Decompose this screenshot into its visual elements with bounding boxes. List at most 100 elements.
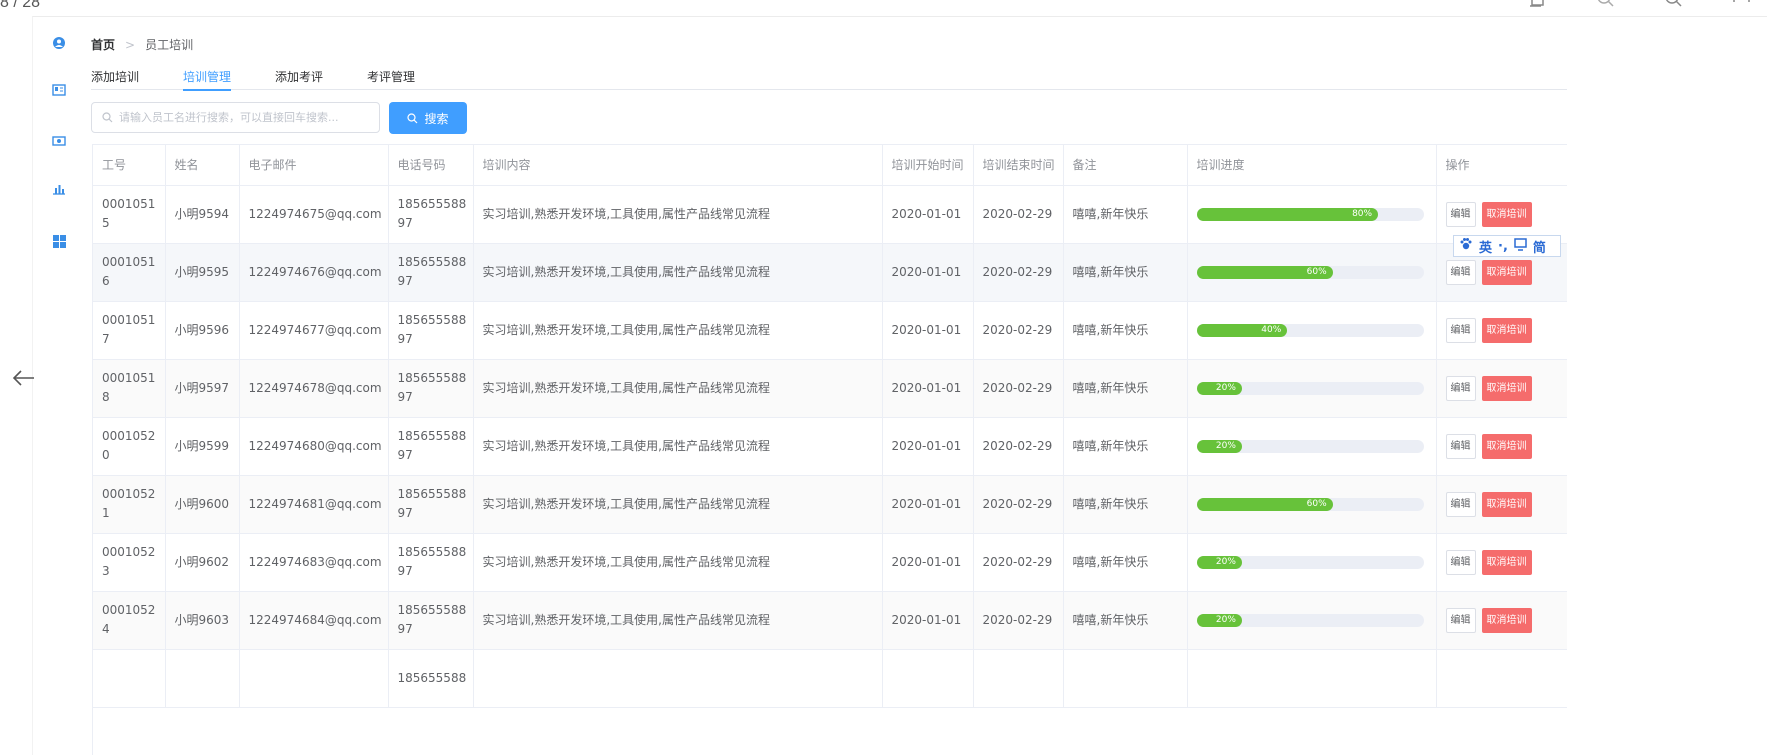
cancel-training-button[interactable]: 取消培训 [1481, 201, 1532, 227]
cancel-training-button[interactable]: 取消培训 [1481, 549, 1532, 575]
edit-button[interactable]: 编辑 [1445, 375, 1476, 401]
ime-width-label[interactable]: 简 [1533, 237, 1546, 256]
header-remark: 备注 [1063, 145, 1188, 186]
table-row: 00010521 小明9600 1224974681@qq.com 185655588… [93, 475, 1567, 534]
cell-actions: 编辑 取消培训 [1436, 417, 1567, 476]
search-button[interactable]: 搜索 [389, 102, 467, 134]
tab-bar: 添加培训 培训管理 添加考评 考评管理 [91, 64, 1567, 91]
cell-name: 小明9594 [165, 185, 240, 244]
table-header-row: 工号 姓名 电子邮件 电话号码 培训内容 培训开始时间 培训结束时间 备注 培训… [93, 145, 1567, 186]
ime-toolbar[interactable]: 英 ·, 简 [1453, 235, 1561, 257]
back-arrow-icon[interactable] [10, 368, 38, 388]
cancel-training-button[interactable]: 取消培训 [1481, 607, 1532, 633]
cell-end [973, 649, 1064, 708]
cell-progress: 20% [1187, 533, 1437, 592]
breadcrumb-home[interactable]: 首页 [91, 36, 115, 53]
cell-phone: 18565558897 [388, 243, 474, 302]
progress-bar: 20% [1196, 439, 1424, 453]
search-input[interactable] [119, 111, 369, 124]
cell-end: 2020-02-29 [973, 533, 1064, 592]
edit-button[interactable]: 编辑 [1445, 433, 1476, 459]
progress-fill: 60% [1196, 497, 1333, 511]
cell-phone: 18565558897 [388, 591, 474, 650]
cell-id: 00010523 [93, 533, 166, 592]
cell-content: 实习培训,熟悉开发环境,工具使用,属性产品线常见流程 [473, 243, 883, 302]
progress-fill: 40% [1196, 323, 1288, 337]
cell-end: 2020-02-29 [973, 475, 1064, 534]
ime-punctuation[interactable]: ·, [1498, 239, 1508, 254]
progress-bar: 80% [1196, 207, 1424, 221]
cell-actions: 编辑 取消培训 [1436, 591, 1567, 650]
cell-email: 1224974677@qq.com [239, 301, 389, 360]
cell-id: 00010515 [93, 185, 166, 244]
progress-fill: 20% [1196, 381, 1242, 395]
page-counter: 8 / 28 [0, 0, 41, 11]
cell-name [165, 649, 240, 708]
id-card-icon[interactable] [46, 77, 72, 103]
windows-icon[interactable] [46, 228, 72, 254]
cell-remark: 嘻嘻,新年快乐 [1063, 185, 1188, 244]
header-end: 培训结束时间 [973, 145, 1064, 186]
cell-id: 00010517 [93, 301, 166, 360]
header-email: 电子邮件 [239, 145, 389, 186]
tab-evaluation-management[interactable]: 考评管理 [367, 64, 415, 90]
cell-remark: 嘻嘻,新年快乐 [1063, 417, 1188, 476]
edit-button[interactable]: 编辑 [1445, 549, 1476, 575]
cell-end: 2020-02-29 [973, 301, 1064, 360]
breadcrumb: 首页 > 员工培训 [91, 36, 193, 53]
cell-start: 2020-01-01 [882, 243, 974, 302]
edit-button[interactable]: 编辑 [1445, 607, 1476, 633]
tab-add-evaluation[interactable]: 添加考评 [275, 64, 323, 90]
cell-progress: 20% [1187, 417, 1437, 476]
cell-remark: 嘻嘻,新年快乐 [1063, 591, 1188, 650]
cell-progress: 60% [1187, 243, 1437, 302]
cell-actions: 编辑 取消培训 [1436, 301, 1567, 360]
header-phone: 电话号码 [388, 145, 474, 186]
table-row: 00010515 小明9594 1224974675@qq.com 185655588… [93, 185, 1567, 244]
cell-remark: 嘻嘻,新年快乐 [1063, 475, 1188, 534]
cell-phone: 18565558897 [388, 301, 474, 360]
cancel-training-button[interactable]: 取消培训 [1481, 259, 1532, 285]
cell-id: 00010521 [93, 475, 166, 534]
cell-email: 1224974678@qq.com [239, 359, 389, 418]
cell-end: 2020-02-29 [973, 243, 1064, 302]
tab-training-management[interactable]: 培训管理 [183, 64, 232, 91]
tab-add-training[interactable]: 添加培训 [91, 64, 139, 90]
fullscreen-icon[interactable] [1731, 0, 1753, 10]
zoom-out-icon[interactable] [1595, 0, 1617, 10]
zoom-in-icon[interactable] [1663, 0, 1685, 10]
cancel-training-button[interactable]: 取消培训 [1481, 317, 1532, 343]
cell-remark: 嘻嘻,新年快乐 [1063, 243, 1188, 302]
cancel-training-button[interactable]: 取消培训 [1481, 375, 1532, 401]
cancel-training-button[interactable]: 取消培训 [1481, 433, 1532, 459]
user-circle-icon[interactable] [46, 30, 72, 56]
search-field[interactable] [91, 102, 380, 133]
edit-button[interactable]: 编辑 [1445, 259, 1476, 285]
ime-paw-icon[interactable] [1459, 237, 1473, 255]
cell-content: 实习培训,熟悉开发环境,工具使用,属性产品线常见流程 [473, 417, 883, 476]
table-row: 00010523 小明9602 1224974683@qq.com 185655588… [93, 533, 1567, 592]
search-icon [102, 112, 113, 123]
cell-progress [1187, 649, 1437, 708]
money-icon[interactable] [46, 128, 72, 154]
cell-id: 00010516 [93, 243, 166, 302]
edit-button[interactable]: 编辑 [1445, 201, 1476, 227]
edit-button[interactable]: 编辑 [1445, 317, 1476, 343]
cell-name: 小明9600 [165, 475, 240, 534]
search-icon [407, 112, 418, 123]
cell-name: 小明9603 [165, 591, 240, 650]
cell-content: 实习培训,熟悉开发环境,工具使用,属性产品线常见流程 [473, 475, 883, 534]
edit-button[interactable]: 编辑 [1445, 491, 1476, 517]
ime-mode-label[interactable]: 英 [1479, 237, 1492, 256]
copy-icon[interactable] [1527, 0, 1549, 10]
progress-bar: 20% [1196, 613, 1424, 627]
ime-keyboard-icon[interactable] [1514, 237, 1527, 255]
bar-chart-icon[interactable] [46, 176, 72, 202]
search-button-label: 搜索 [424, 111, 449, 126]
cell-start: 2020-01-01 [882, 591, 974, 650]
cell-progress: 20% [1187, 359, 1437, 418]
table-row: 00010524 小明9603 1224974684@qq.com 185655588… [93, 591, 1567, 650]
cell-progress: 60% [1187, 475, 1437, 534]
cell-end: 2020-02-29 [973, 417, 1064, 476]
cancel-training-button[interactable]: 取消培训 [1481, 491, 1532, 517]
